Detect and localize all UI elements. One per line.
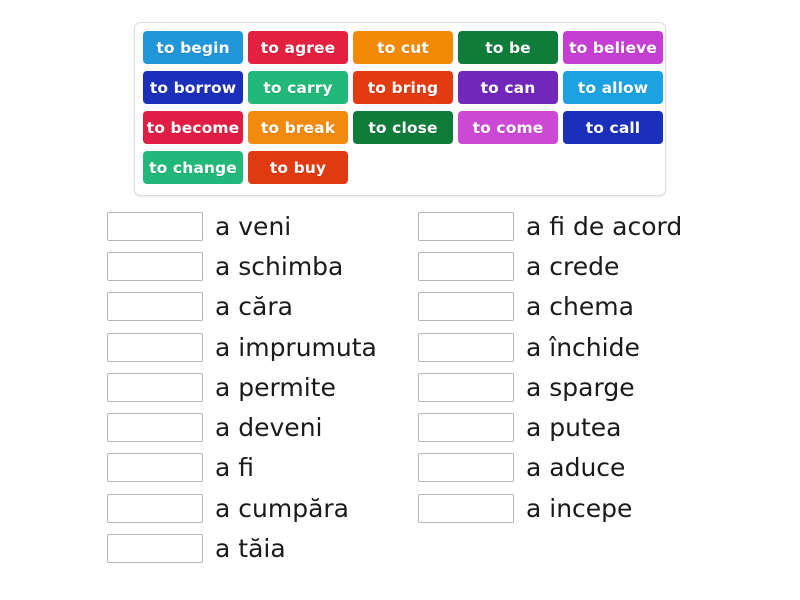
tile-row: to become to break to close to come to call	[143, 111, 665, 144]
answer-row: a permite	[107, 367, 377, 407]
tile-bank: to begin to agree to cut to be to believe to …	[134, 22, 666, 196]
answer-row: a fi de acord	[418, 206, 682, 246]
answer-prompt-label: a permite	[215, 372, 336, 402]
answer-drop-slot[interactable]	[418, 493, 514, 523]
answer-drop-slot[interactable]	[107, 372, 203, 402]
answer-column-right: a fi de acord a crede a chema a închide a sp…	[418, 206, 682, 528]
answer-prompt-label: a putea	[526, 413, 622, 443]
answer-drop-slot[interactable]	[107, 332, 203, 362]
answer-prompt-label: a schimba	[215, 251, 344, 281]
answer-row: a tăia	[107, 528, 377, 568]
answer-tile[interactable]: to become	[143, 111, 243, 144]
answer-prompt-label: a închide	[526, 332, 640, 362]
answer-prompt-label: a chema	[526, 292, 634, 322]
answer-row: a incepe	[418, 488, 682, 528]
answer-row: a căra	[107, 287, 377, 327]
answer-row: a imprumuta	[107, 327, 377, 367]
answer-drop-slot[interactable]	[107, 251, 203, 281]
answer-row: a veni	[107, 206, 377, 246]
answer-drop-slot[interactable]	[107, 413, 203, 443]
answer-row: a sparge	[418, 367, 682, 407]
answer-prompt-label: a tăia	[215, 534, 286, 564]
answer-tile[interactable]: to allow	[563, 71, 663, 104]
answer-row: a schimba	[107, 246, 377, 286]
answer-row: a crede	[418, 246, 682, 286]
answer-tile[interactable]: to be	[458, 31, 558, 64]
answer-drop-slot[interactable]	[418, 292, 514, 322]
answer-drop-slot[interactable]	[107, 453, 203, 483]
answer-drop-slot[interactable]	[418, 413, 514, 443]
answer-tile[interactable]: to can	[458, 71, 558, 104]
answer-prompt-label: a cumpăra	[215, 493, 349, 523]
answer-prompt-label: a deveni	[215, 413, 323, 443]
answer-row: a închide	[418, 327, 682, 367]
answer-row: a putea	[418, 407, 682, 447]
answer-tile[interactable]: to break	[248, 111, 348, 144]
answer-drop-slot[interactable]	[418, 211, 514, 241]
answer-prompt-label: a căra	[215, 292, 293, 322]
answer-drop-slot[interactable]	[418, 453, 514, 483]
answer-tile[interactable]: to borrow	[143, 71, 243, 104]
answer-drop-slot[interactable]	[107, 211, 203, 241]
answer-prompt-label: a crede	[526, 251, 620, 281]
answer-row: a deveni	[107, 407, 377, 447]
answer-tile[interactable]: to believe	[563, 31, 663, 64]
answer-tile[interactable]: to cut	[353, 31, 453, 64]
answer-prompt-label: a imprumuta	[215, 332, 377, 362]
answer-tile[interactable]: to buy	[248, 151, 348, 184]
answer-row: a chema	[418, 287, 682, 327]
answer-tile[interactable]: to call	[563, 111, 663, 144]
answer-tile[interactable]: to begin	[143, 31, 243, 64]
tile-row: to change to buy	[143, 151, 665, 184]
answer-prompt-label: a aduce	[526, 453, 626, 483]
answer-tile[interactable]: to close	[353, 111, 453, 144]
answer-row: a fi	[107, 448, 377, 488]
answer-tile[interactable]: to come	[458, 111, 558, 144]
answer-row: a cumpăra	[107, 488, 377, 528]
answer-prompt-label: a fi de acord	[526, 211, 683, 241]
answer-drop-slot[interactable]	[107, 493, 203, 523]
answer-prompt-label: a sparge	[526, 372, 635, 402]
answer-drop-slot[interactable]	[418, 372, 514, 402]
answer-drop-slot[interactable]	[107, 292, 203, 322]
answer-tile[interactable]: to change	[143, 151, 243, 184]
answer-row: a aduce	[418, 448, 682, 488]
answer-tile[interactable]: to carry	[248, 71, 348, 104]
answer-drop-slot[interactable]	[418, 332, 514, 362]
answer-tile[interactable]: to bring	[353, 71, 453, 104]
answer-drop-slot[interactable]	[107, 534, 203, 564]
tile-row: to begin to agree to cut to be to believe	[143, 31, 665, 64]
answer-prompt-label: a fi	[215, 453, 255, 483]
answer-column-left: a veni a schimba a căra a imprumuta a permit…	[107, 206, 377, 569]
tile-row: to borrow to carry to bring to can to allow	[143, 71, 665, 104]
answer-prompt-label: a veni	[215, 211, 292, 241]
answer-prompt-label: a incepe	[526, 493, 633, 523]
answer-drop-slot[interactable]	[418, 251, 514, 281]
answer-tile[interactable]: to agree	[248, 31, 348, 64]
